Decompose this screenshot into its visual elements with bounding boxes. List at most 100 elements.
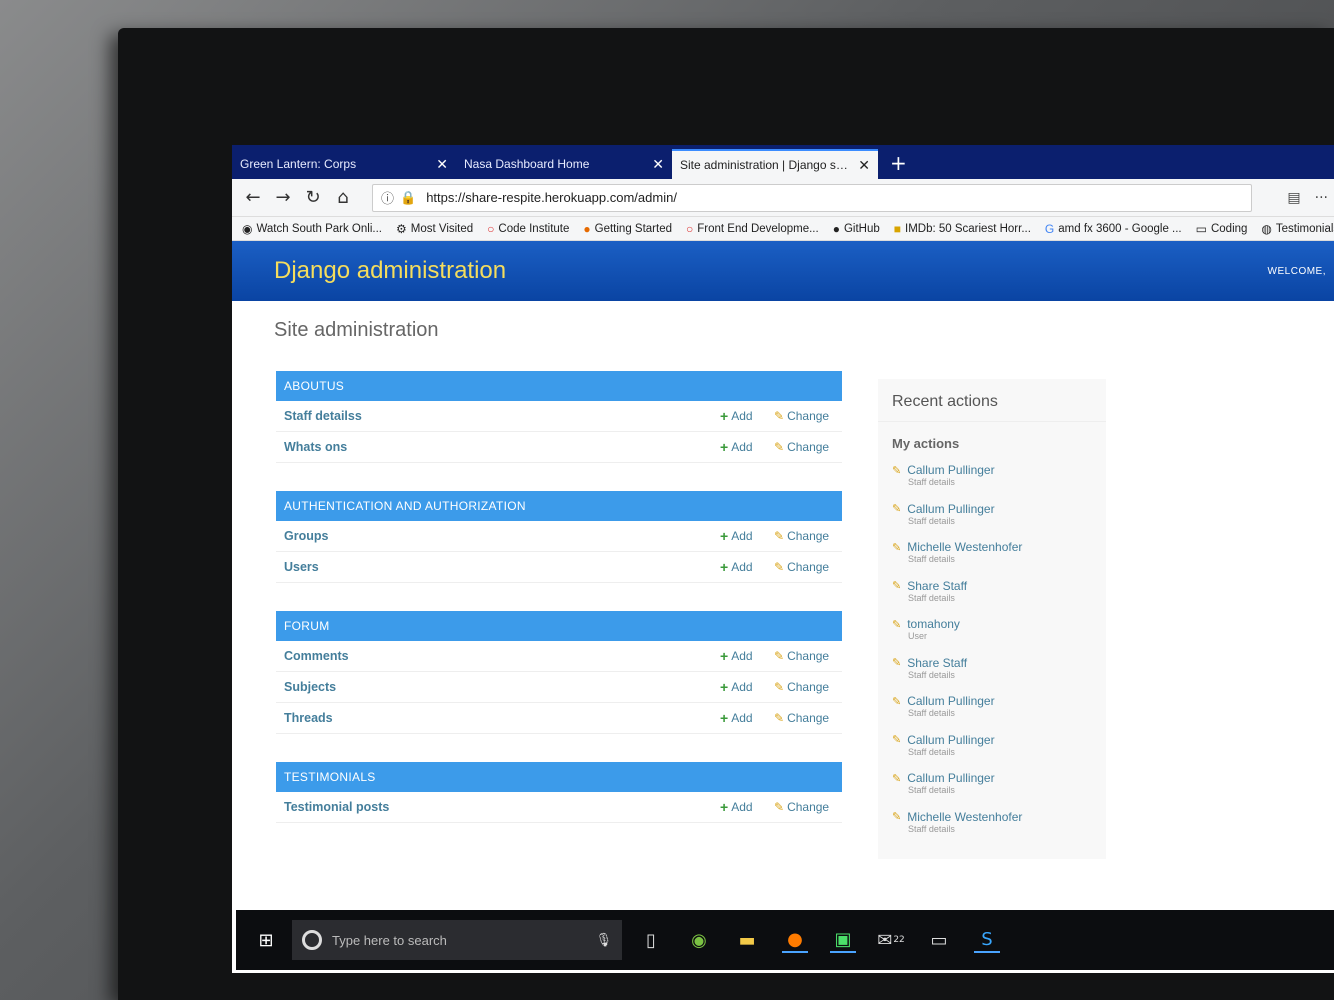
bookmark-item[interactable]: ○ Code Institute bbox=[487, 222, 569, 236]
recent-action-item[interactable]: ✎ Callum Pullinger Staff details bbox=[878, 459, 1106, 498]
plus-icon: + bbox=[720, 710, 729, 726]
model-row: Comments + Add ✎ Change bbox=[276, 641, 842, 672]
add-link[interactable]: + Add bbox=[720, 559, 774, 575]
bookmark-item[interactable]: ● GitHub bbox=[833, 222, 880, 236]
taskbar-search-box[interactable]: Type here to search 🎙 bbox=[292, 920, 622, 960]
change-link[interactable]: ✎ Change bbox=[774, 680, 842, 694]
page-title: Site administration bbox=[274, 319, 439, 341]
microphone-icon[interactable]: 🎙 bbox=[595, 932, 612, 948]
pencil-icon: ✎ bbox=[892, 580, 902, 592]
django-site-title[interactable]: Django administration bbox=[274, 257, 506, 285]
windows-start-icon[interactable]: ⊞ bbox=[246, 930, 286, 951]
tab-nasa-dashboard[interactable]: Nasa Dashboard Home ✕ bbox=[456, 149, 672, 179]
change-link[interactable]: ✎ Change bbox=[774, 409, 842, 423]
add-label: Add bbox=[731, 409, 753, 423]
menu-dots-icon[interactable]: ··· bbox=[1315, 190, 1328, 206]
bookmark-item[interactable]: ▭ Coding bbox=[1196, 222, 1248, 236]
recent-action-item[interactable]: ✎ Share Staff Staff details bbox=[878, 652, 1106, 691]
firefox-icon[interactable]: ● bbox=[782, 927, 808, 953]
recent-action-item[interactable]: ✎ Callum Pullinger Staff details bbox=[878, 498, 1106, 537]
bookmark-label: amd fx 3600 - Google ... bbox=[1058, 222, 1182, 235]
skype-icon[interactable]: S bbox=[974, 927, 1000, 953]
bookmark-item[interactable]: Gamd fx 3600 - Google ... bbox=[1045, 222, 1182, 236]
change-link[interactable]: ✎ Change bbox=[774, 529, 842, 543]
model-link[interactable]: Groups bbox=[284, 529, 720, 543]
change-link[interactable]: ✎ Change bbox=[774, 711, 842, 725]
southpark-icon: ◉ bbox=[242, 221, 253, 236]
pencil-icon: ✎ bbox=[892, 695, 902, 708]
recent-action-item[interactable]: ✎ Callum Pullinger Staff details bbox=[878, 729, 1106, 768]
recent-action-item[interactable]: ✎ Michelle Westenhofer Staff details bbox=[878, 806, 1106, 845]
bookmark-item[interactable]: ◍ Testimonials bbox=[1261, 222, 1334, 236]
close-icon[interactable]: ✕ bbox=[652, 156, 664, 173]
recent-action-item[interactable]: ✎ Share Staff Staff details bbox=[878, 575, 1106, 614]
forward-arrow-icon[interactable]: → bbox=[268, 183, 298, 213]
recent-action-item[interactable]: ✎ Michelle Westenhofer Staff details bbox=[878, 536, 1106, 575]
bookmark-item[interactable]: ● Getting Started bbox=[583, 222, 672, 236]
globe-icon: ◍ bbox=[1261, 221, 1272, 236]
add-link[interactable]: + Add bbox=[720, 710, 774, 726]
recent-action-item[interactable]: ✎ tomahony User bbox=[878, 613, 1106, 652]
add-label: Add bbox=[731, 649, 753, 663]
circle-icon: ○ bbox=[686, 221, 694, 236]
change-link[interactable]: ✎ Change bbox=[774, 800, 842, 814]
new-tab-button[interactable]: + bbox=[878, 149, 919, 179]
change-link[interactable]: ✎ Change bbox=[774, 440, 842, 454]
model-link[interactable]: Threads bbox=[284, 711, 720, 725]
module-caption[interactable]: FORUM bbox=[276, 611, 842, 641]
close-icon[interactable]: ✕ bbox=[436, 156, 448, 173]
action-name: Share Staff bbox=[907, 578, 968, 593]
recent-action-item[interactable]: ✎ Callum Pullinger Staff details bbox=[878, 690, 1106, 729]
change-label: Change bbox=[787, 440, 830, 454]
add-link[interactable]: + Add bbox=[720, 439, 774, 455]
reader-view-icon[interactable]: ▤ bbox=[1287, 190, 1300, 206]
model-link[interactable]: Subjects bbox=[284, 680, 720, 694]
add-link[interactable]: + Add bbox=[720, 528, 774, 544]
close-icon[interactable]: ✕ bbox=[858, 157, 870, 174]
bookmark-item[interactable]: ◉ Watch South Park Onli... bbox=[242, 222, 382, 236]
change-link[interactable]: ✎ Change bbox=[774, 560, 842, 574]
reload-icon[interactable]: ↻ bbox=[298, 183, 328, 213]
window-icon[interactable]: ▭ bbox=[926, 927, 952, 953]
action-name: Callum Pullinger bbox=[907, 694, 995, 708]
plus-icon: + bbox=[720, 439, 729, 455]
model-row: Threads + Add ✎ Change bbox=[276, 703, 842, 734]
pycharm-icon[interactable]: ▣ bbox=[830, 927, 856, 953]
tab-green-lantern[interactable]: Green Lantern: Corps ✕ bbox=[232, 149, 456, 179]
browser-tab-bar: Green Lantern: Corps ✕ Nasa Dashboard Ho… bbox=[232, 145, 1334, 179]
module-caption[interactable]: TESTIMONIALS bbox=[276, 762, 842, 792]
model-row: Users + Add ✎ Change bbox=[276, 552, 842, 583]
app-icon[interactable]: ◉ bbox=[686, 927, 712, 953]
pencil-icon: ✎ bbox=[892, 811, 902, 823]
add-link[interactable]: + Add bbox=[720, 648, 774, 664]
home-icon[interactable]: ⌂ bbox=[328, 183, 358, 213]
change-label: Change bbox=[787, 649, 830, 663]
info-icon[interactable]: ⓘ bbox=[381, 188, 394, 207]
model-link[interactable]: Staff detailss bbox=[284, 409, 720, 423]
file-explorer-icon[interactable]: ▬ bbox=[734, 927, 760, 953]
pencil-icon: ✎ bbox=[892, 657, 902, 669]
recent-action-item[interactable]: ✎ Callum Pullinger Staff details bbox=[878, 767, 1106, 806]
add-link[interactable]: + Add bbox=[720, 679, 774, 695]
bookmark-item[interactable]: ■ IMDb: 50 Scariest Horr... bbox=[894, 222, 1031, 236]
bookmark-item[interactable]: ⚙ Most Visited bbox=[396, 222, 473, 236]
model-link[interactable]: Comments bbox=[284, 649, 720, 663]
module-caption[interactable]: AUTHENTICATION AND AUTHORIZATION bbox=[276, 491, 842, 521]
action-type: Staff details bbox=[908, 823, 955, 834]
tab-site-administration[interactable]: Site administration | Django site ad ✕ bbox=[672, 149, 878, 179]
add-link[interactable]: + Add bbox=[720, 799, 774, 815]
mail-icon[interactable]: ✉ 22 bbox=[877, 927, 905, 953]
module-caption[interactable]: ABOUTUS bbox=[276, 371, 842, 401]
task-view-icon[interactable]: ▯ bbox=[638, 927, 664, 953]
bookmark-item[interactable]: ○ Front End Developme... bbox=[686, 222, 819, 236]
add-link[interactable]: + Add bbox=[720, 408, 774, 424]
model-link[interactable]: Users bbox=[284, 560, 720, 574]
url-bar[interactable]: ⓘ 🔒 https://share-respite.herokuapp.com/… bbox=[372, 183, 1252, 212]
pencil-icon: ✎ bbox=[774, 409, 785, 423]
model-link[interactable]: Whats ons bbox=[284, 440, 720, 454]
change-link[interactable]: ✎ Change bbox=[774, 649, 842, 663]
model-link[interactable]: Testimonial posts bbox=[284, 800, 720, 814]
back-arrow-icon[interactable]: ← bbox=[238, 183, 268, 213]
github-icon: ● bbox=[832, 221, 840, 236]
module-testimonials: TESTIMONIALS Testimonial posts + Add ✎ Cha… bbox=[276, 762, 842, 823]
